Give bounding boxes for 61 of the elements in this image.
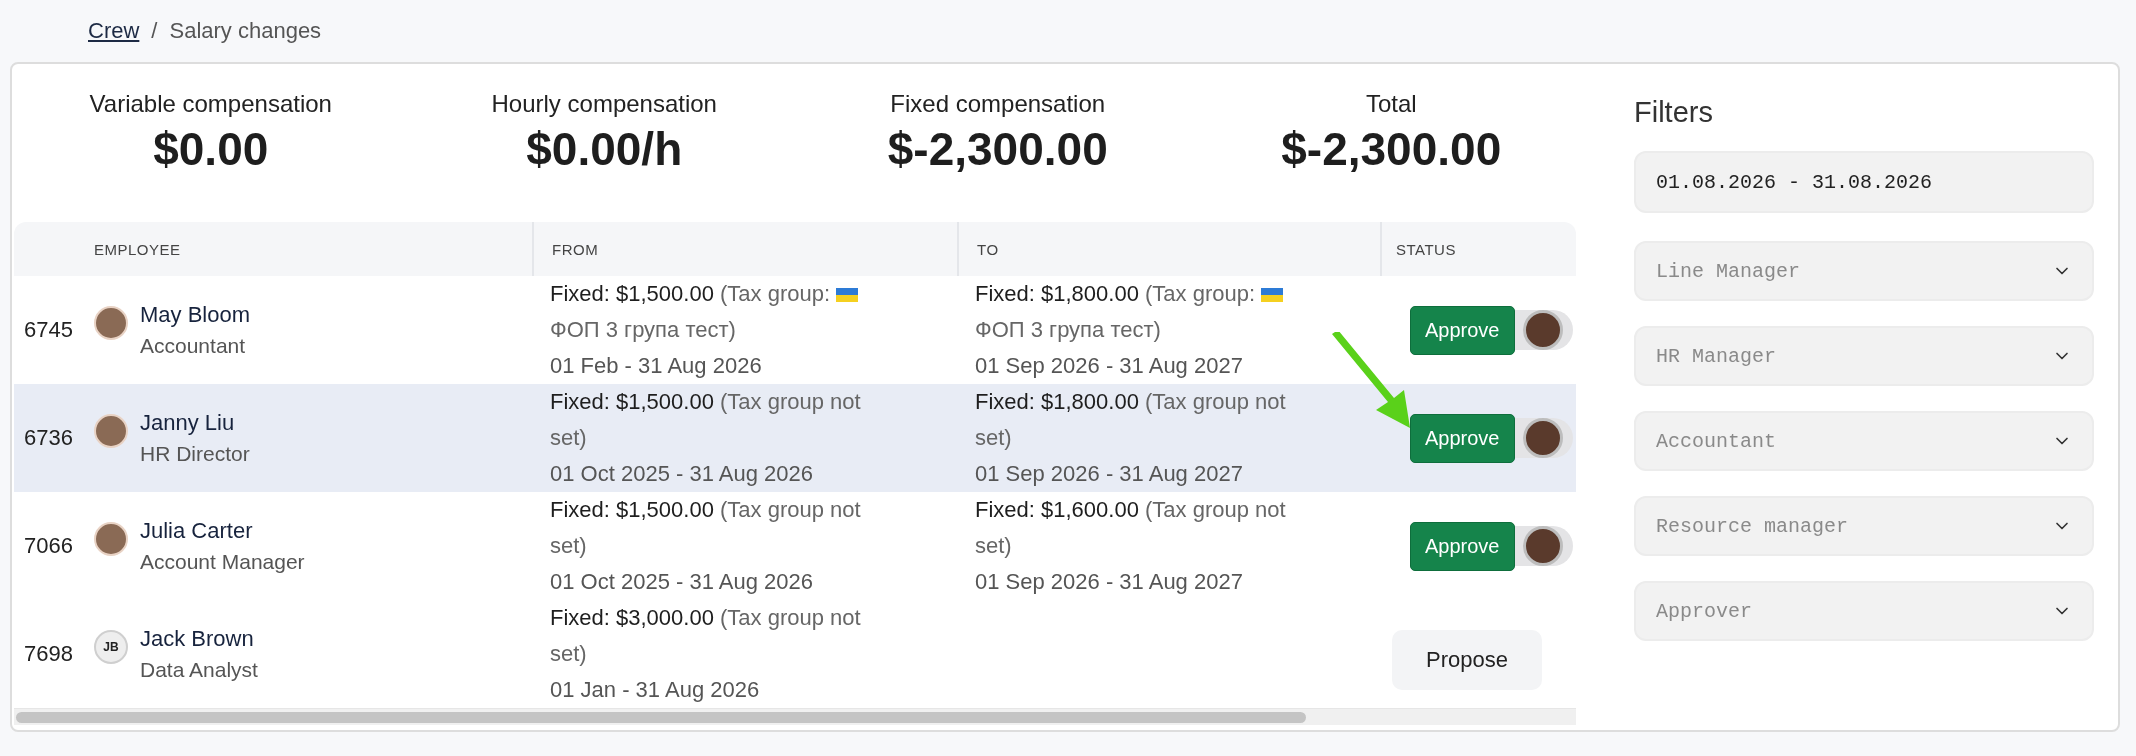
employee-name[interactable]: Julia Carter (140, 518, 305, 544)
breadcrumb-current: Salary changes (169, 18, 322, 44)
employee-id: 6745 (24, 317, 73, 343)
avatar-initials: JB (94, 630, 128, 664)
employee-id: 6736 (24, 425, 73, 451)
avatar (1522, 526, 1563, 566)
period-text: 01 Jan - 31 Aug 2026 (550, 676, 761, 704)
approve-button[interactable]: Approve (1410, 305, 1515, 355)
tax-group-text: ФОП 3 група тест) (975, 316, 1161, 344)
table-row[interactable]: 6736 Janny Liu HR Director Fixed: $1,500.00 (Tax group not set) 01 Oct 2025 - 31 Aug 2026 Fixed: $1,800.00 (Tax group not set) 01 Sep 2026 - 31 Aug 2027 Approve (14, 384, 1576, 492)
avatar (1522, 310, 1563, 350)
period-text: 01 Sep 2026 - 31 Aug 2027 (975, 568, 1244, 596)
date-range-field[interactable]: 01.08.2026 - 31.08.2026 (1634, 151, 2094, 213)
period-text: 01 Feb - 31 Aug 2026 (550, 352, 763, 380)
approver-chip[interactable] (1514, 310, 1573, 350)
avatar (1522, 418, 1563, 458)
employee-role: Account Manager (140, 550, 305, 574)
filters-title: Filters (1634, 96, 1714, 129)
stat-label: Total (1365, 90, 1417, 118)
avatar (94, 306, 128, 340)
employee-id: 7066 (24, 533, 73, 559)
stat-value: $-2,300.00 (887, 122, 1108, 176)
period-text: 01 Oct 2025 - 31 Aug 2026 (550, 568, 814, 596)
change-text: Fixed: $1,500.00 (Tax group not set) (550, 389, 861, 450)
approve-button[interactable]: Approve (1410, 413, 1515, 463)
change-text: Fixed: $1,800.00 (Tax group: (975, 281, 1256, 306)
period-text: 01 Oct 2025 - 31 Aug 2026 (550, 460, 814, 488)
employee-role: HR Director (140, 442, 250, 466)
scrollbar-thumb[interactable] (16, 711, 1306, 723)
change-text: Fixed: $1,800.00 (Tax group not set) (975, 389, 1286, 450)
employee-name[interactable]: Jack Brown (140, 626, 258, 652)
employee-role: Accountant (140, 334, 247, 358)
change-text: Fixed: $1,500.00 (Tax group: (550, 281, 831, 306)
stat-value: $0.00/h (526, 122, 683, 176)
approve-button[interactable]: Approve (1410, 521, 1515, 571)
breadcrumb-link[interactable]: Crew (88, 18, 140, 44)
column-header: FROM (552, 240, 599, 258)
change-text: Fixed: $1,500.00 (Tax group not set) (550, 497, 861, 558)
tax-group-text: ФОП 3 група тест) (550, 316, 736, 344)
employee-name[interactable]: May Bloom (140, 302, 251, 328)
change-text: Fixed: $1,600.00 (Tax group not set) (975, 497, 1286, 558)
employee-id: 7698 (24, 641, 73, 667)
period-text: 01 Sep 2026 - 31 Aug 2027 (975, 460, 1244, 488)
employee-role: Data Analyst (140, 658, 258, 682)
stat-value: $-2,300.00 (1281, 122, 1502, 176)
stat-label: Hourly compensation (491, 90, 717, 118)
column-header: EMPLOYEE (94, 240, 181, 258)
stat-label: Variable compensation (89, 90, 332, 118)
avatar (94, 522, 128, 556)
column-header: TO (977, 240, 999, 258)
employee-name[interactable]: Janny Liu (140, 410, 250, 436)
avatar (94, 414, 128, 448)
propose-button[interactable]: Propose (1392, 630, 1542, 690)
column-header: STATUS (1396, 240, 1456, 258)
stat-value: $0.00 (153, 122, 269, 176)
stat-label: Fixed compensation (890, 90, 1106, 118)
approver-chip[interactable] (1514, 418, 1573, 458)
period-text: 01 Sep 2026 - 31 Aug 2027 (975, 352, 1244, 380)
change-text: Fixed: $3,000.00 (Tax group not set) (550, 605, 861, 666)
breadcrumb-separator: / (151, 18, 158, 44)
approver-chip[interactable] (1514, 526, 1573, 566)
